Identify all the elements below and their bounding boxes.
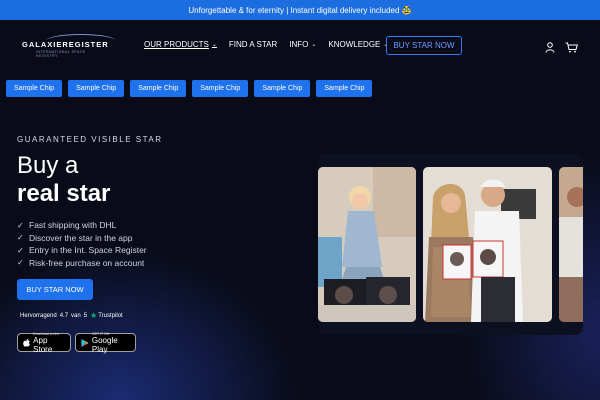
- feature-item: ✓ Fast shipping with DHL: [17, 219, 147, 232]
- rating-sep: van: [71, 312, 81, 319]
- sample-chip[interactable]: Sample Chip: [6, 80, 63, 97]
- app-store-label: App Store: [33, 335, 53, 354]
- nav-item-find-a-star[interactable]: FIND A STAR: [229, 40, 277, 49]
- chevron-down-icon: ⌄: [311, 42, 317, 48]
- announcement-bar: Unforgettable & for eternity | Instant d…: [0, 0, 600, 20]
- sample-chip[interactable]: Sample Chip: [316, 80, 373, 97]
- app-store-badge[interactable]: Download on the App Store: [17, 332, 71, 354]
- check-icon: ✓: [17, 220, 24, 230]
- buy-star-hero-button[interactable]: BUY STAR NOW: [17, 279, 93, 300]
- nav-item-label: KNOWLEDGE: [328, 40, 381, 49]
- feature-text: Risk-free purchase on account: [29, 257, 145, 268]
- feature-text: Discover the star in the app: [29, 232, 133, 243]
- store-badges: Download on the App Store GET IT ON Goog…: [17, 332, 140, 354]
- brand-logo[interactable]: GALAXIEREGISTER INTERNATIONAL SPACE REGI…: [22, 34, 116, 58]
- photo-carousel[interactable]: [318, 153, 583, 335]
- check-icon: ✓: [17, 245, 24, 255]
- apple-icon: [23, 338, 30, 347]
- trustpilot-star-icon: ★: [90, 311, 98, 320]
- user-icon[interactable]: [545, 40, 555, 53]
- sample-chip[interactable]: Sample Chip: [254, 80, 311, 97]
- buy-star-nav-button[interactable]: BUY STAR NOW: [386, 36, 462, 55]
- hero-title-line1: Buy a: [17, 152, 79, 179]
- feature-text: Fast shipping with DHL: [29, 220, 117, 231]
- google-play-label: Google Play: [91, 335, 118, 354]
- google-play-badge[interactable]: GET IT ON Google Play: [75, 332, 136, 354]
- rating-max: 5: [83, 312, 88, 319]
- nav-item-info[interactable]: INFO ⌄: [289, 40, 316, 49]
- sample-chip[interactable]: Sample Chip: [192, 80, 249, 97]
- trustpilot-rating[interactable]: Hervorragend 4.7 van 5 ★ Trustpilot: [20, 311, 123, 320]
- hero-title-line2: real star: [17, 180, 111, 207]
- chevron-down-icon: ⌄: [211, 42, 217, 48]
- nav-item-label: OUR PRODUCTS: [144, 40, 209, 49]
- feature-item: ✓ Entry in the Int. Space Register: [17, 244, 147, 257]
- hero-eyebrow: GUARANTEED VISIBLE STAR: [17, 135, 163, 144]
- google-play-icon: [81, 338, 89, 347]
- customer-photo: [318, 167, 416, 322]
- brand-name: GALAXIEREGISTER: [22, 40, 109, 49]
- customer-photo: [423, 167, 552, 322]
- sample-chip[interactable]: Sample Chip: [68, 80, 125, 97]
- cart-icon[interactable]: [565, 40, 578, 53]
- rating-provider: Trustpilot: [98, 312, 123, 319]
- rating-score: 4.7: [59, 312, 69, 319]
- main-nav: OUR PRODUCTS ⌄ FIND A STAR INFO ⌄ KNOWLE…: [144, 40, 400, 49]
- feature-list: ✓ Fast shipping with DHL ✓ Discover the st…: [17, 219, 147, 269]
- feature-text: Entry in the Int. Space Register: [29, 245, 147, 256]
- check-icon: ✓: [17, 233, 24, 243]
- check-icon: ✓: [17, 258, 24, 268]
- chip-row: Sample Chip Sample Chip Sample Chip Samp…: [6, 80, 378, 97]
- rating-label: Hervorragend: [20, 312, 57, 319]
- nav-item-label: FIND A STAR: [228, 40, 278, 49]
- feature-item: ✓ Risk-free purchase on account: [17, 257, 147, 270]
- nav-item-label: INFO: [289, 40, 309, 49]
- nav-item-knowledge[interactable]: KNOWLEDGE ⌄: [328, 40, 388, 49]
- feature-item: ✓ Discover the star in the app: [17, 232, 147, 245]
- customer-photo: [559, 167, 583, 322]
- sample-chip[interactable]: Sample Chip: [130, 80, 187, 97]
- brand-tagline: INTERNATIONAL SPACE REGISTRY: [36, 50, 86, 58]
- nav-item-our-products[interactable]: OUR PRODUCTS ⌄: [144, 40, 217, 49]
- announcement-text: Unforgettable & for eternity | Instant d…: [188, 5, 412, 15]
